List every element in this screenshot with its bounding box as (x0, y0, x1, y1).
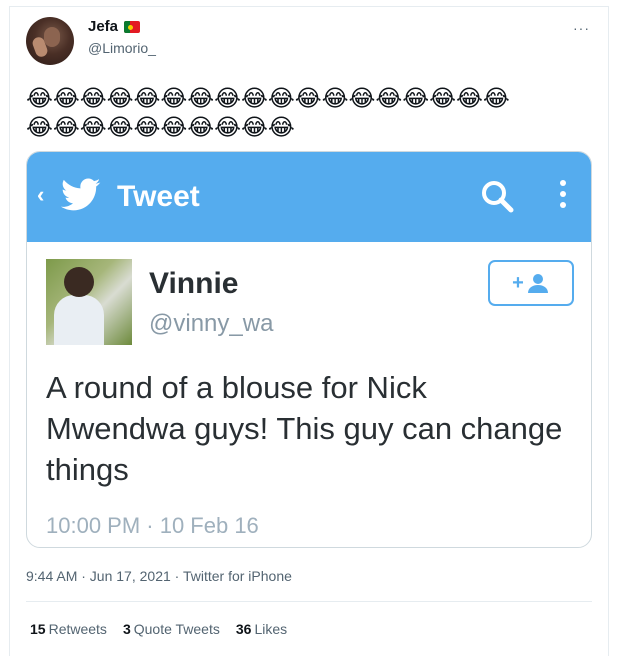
screenshot-timestamp: 10:00 PM · 10 Feb 16 (46, 513, 259, 538)
more-options-icon[interactable]: ··· (573, 20, 590, 36)
display-name[interactable]: Jefa (88, 18, 118, 35)
engagement-stats: 15 Retweets 3 Quote Tweets 36 Likes (30, 621, 287, 637)
search-icon (482, 181, 514, 213)
retweets-count: 15 (30, 621, 46, 637)
quotes-count: 3 (122, 621, 131, 637)
quotes-label: Quote Tweets (133, 621, 220, 637)
divider (26, 601, 592, 602)
screenshot-header-bar: ‹ Tweet (27, 152, 591, 242)
likes-count: 36 (235, 621, 252, 637)
quote-tweets-stat[interactable]: 3 Quote Tweets (123, 621, 220, 637)
tweet-text-line-2: 😂😂😂😂😂😂😂😂😂😂 (26, 114, 295, 140)
likes-stat[interactable]: 36 Likes (236, 621, 287, 637)
retweets-stat[interactable]: 15 Retweets (30, 621, 107, 637)
kebab-menu-icon (557, 180, 569, 216)
screenshot-display-name: Vinnie (149, 267, 239, 300)
chevron-left-icon: ‹ (37, 182, 45, 207)
tweet-text-line-1: 😂😂😂😂😂😂😂😂😂😂😂😂😂😂😂😂😂😂 (26, 85, 510, 111)
screenshot-header-title: Tweet (117, 180, 200, 213)
follow-plus-label: + (512, 271, 524, 294)
follow-button: + (488, 260, 574, 306)
screenshot-avatar (46, 259, 132, 345)
name-row: Jefa (88, 18, 141, 35)
attached-screenshot[interactable]: ‹ Tweet Vinnie @vinny_wa + A round of a … (26, 151, 592, 548)
twitter-bird-icon (61, 178, 101, 211)
likes-label: Likes (254, 621, 288, 637)
person-icon (527, 274, 548, 293)
screenshot-tweet-text: A round of a blouse for Nick Mwendwa guy… (46, 370, 563, 487)
user-handle[interactable]: @Limorio_ (88, 40, 156, 56)
retweets-label: Retweets (48, 621, 107, 637)
user-avatar[interactable] (26, 17, 74, 65)
portugal-flag-icon (124, 20, 141, 33)
screenshot-handle: @vinny_wa (149, 310, 274, 337)
tweet-metadata[interactable]: 9:44 AM · Jun 17, 2021 · Twitter for iPh… (26, 568, 292, 584)
